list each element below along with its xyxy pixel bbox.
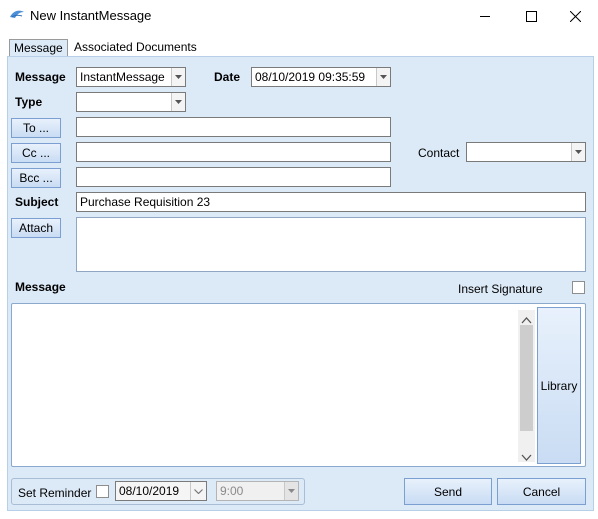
scroll-up-icon[interactable] bbox=[521, 313, 532, 327]
set-reminder-label: Set Reminder bbox=[18, 486, 92, 500]
cc-field[interactable] bbox=[76, 142, 391, 162]
attach-button[interactable]: Attach bbox=[11, 218, 61, 238]
reminder-date-picker[interactable]: 08/10/2019 bbox=[115, 481, 207, 501]
chevron-down-icon[interactable] bbox=[376, 68, 390, 86]
insert-signature-checkbox[interactable] bbox=[572, 281, 585, 294]
contact-label: Contact bbox=[418, 146, 460, 160]
bcc-button[interactable]: Bcc ... bbox=[11, 168, 61, 188]
chevron-down-icon[interactable] bbox=[190, 482, 206, 500]
attachments-box[interactable] bbox=[76, 217, 586, 272]
close-icon bbox=[569, 10, 581, 22]
chevron-down-icon[interactable] bbox=[284, 482, 298, 500]
date-picker[interactable]: 08/10/2019 09:35:59 bbox=[251, 67, 391, 87]
tab-associated-documents[interactable]: Associated Documents bbox=[70, 39, 201, 57]
date-label: Date bbox=[214, 70, 241, 84]
contact-combo[interactable] bbox=[466, 142, 586, 162]
set-reminder-checkbox[interactable] bbox=[96, 485, 109, 498]
scroll-down-icon[interactable] bbox=[521, 450, 532, 464]
cancel-button[interactable]: Cancel bbox=[497, 478, 586, 505]
message-body-editor[interactable] bbox=[15, 307, 518, 464]
type-combo[interactable] bbox=[76, 92, 186, 112]
to-button[interactable]: To ... bbox=[11, 118, 61, 138]
body-label: Message bbox=[15, 280, 66, 294]
maximize-button[interactable] bbox=[508, 0, 554, 32]
message-type-label: Message bbox=[15, 70, 66, 84]
scrollbar-thumb[interactable] bbox=[520, 325, 533, 431]
chevron-down-icon[interactable] bbox=[171, 68, 185, 86]
subject-field[interactable]: Purchase Requisition 23 bbox=[76, 192, 586, 212]
cc-button[interactable]: Cc ... bbox=[11, 143, 61, 163]
date-value: 08/10/2019 09:35:59 bbox=[255, 70, 366, 84]
bcc-field[interactable] bbox=[76, 167, 391, 187]
close-button[interactable] bbox=[552, 0, 598, 32]
title-bar: New InstantMessage bbox=[0, 0, 598, 32]
insert-signature-label: Insert Signature bbox=[458, 282, 543, 296]
reminder-time-combo[interactable]: 9:00 bbox=[216, 481, 299, 501]
to-field[interactable] bbox=[76, 117, 391, 137]
minimize-button[interactable] bbox=[462, 0, 508, 32]
chevron-down-icon[interactable] bbox=[571, 143, 585, 161]
chevron-down-icon[interactable] bbox=[171, 93, 185, 111]
message-type-value: InstantMessage bbox=[80, 70, 165, 84]
reminder-time-value: 9:00 bbox=[220, 484, 244, 498]
minimize-icon bbox=[480, 11, 490, 21]
library-button[interactable]: Library bbox=[537, 307, 581, 464]
message-type-combo[interactable]: InstantMessage bbox=[76, 67, 186, 87]
app-bird-icon bbox=[9, 8, 25, 22]
send-button[interactable]: Send bbox=[404, 478, 492, 505]
reminder-date-value: 08/10/2019 bbox=[119, 484, 180, 498]
subject-label: Subject bbox=[15, 195, 59, 209]
tab-message[interactable]: Message bbox=[9, 39, 68, 57]
window-title: New InstantMessage bbox=[30, 8, 152, 23]
type-label: Type bbox=[15, 95, 43, 109]
maximize-icon bbox=[525, 10, 537, 22]
